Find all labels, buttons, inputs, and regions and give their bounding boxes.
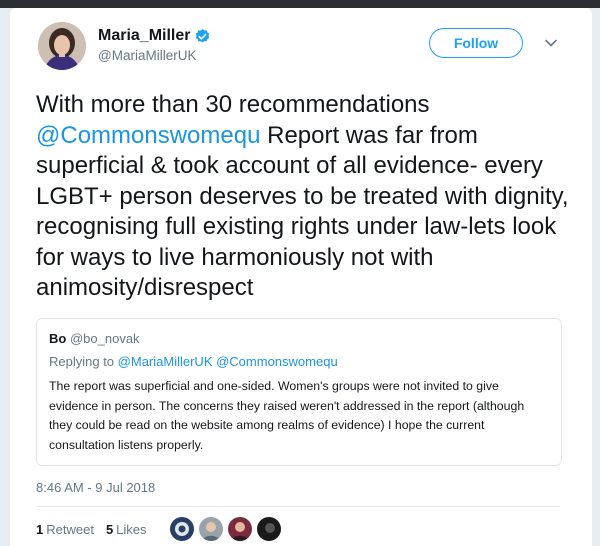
divider — [36, 506, 560, 507]
author-avatar[interactable] — [38, 22, 86, 70]
quoted-author-name: Bo — [49, 331, 67, 346]
author-display-name[interactable]: Maria_Miller — [98, 27, 190, 45]
retweet-label: Retweet — [46, 522, 94, 537]
liker-avatar[interactable] — [199, 517, 223, 541]
quoted-author-handle: @bo_novak — [69, 331, 140, 346]
tweet-timestamp[interactable]: 8:46 AM - 9 Jul 2018 — [36, 480, 155, 495]
tweet-text-part: With more than 30 recommendations — [36, 91, 430, 118]
quoted-replying-to: Replying to @MariaMillerUK @Commonswomeq… — [49, 354, 338, 369]
quoted-header: Bo @bo_novak — [49, 331, 140, 346]
likes-stat[interactable]: 5 Likes — [106, 522, 147, 537]
verified-badge-icon — [196, 28, 210, 43]
replying-prefix: Replying to — [49, 354, 115, 369]
likes-count: 5 — [105, 522, 114, 537]
quoted-body: The report was superficial and one-sided… — [49, 379, 525, 452]
liker-avatar[interactable] — [228, 517, 252, 541]
window-top-strip — [0, 0, 600, 8]
tweet-stats: 1 Retweet 5 Likes — [36, 522, 147, 537]
liker-avatar[interactable] — [170, 517, 194, 541]
author-info: Maria_Miller @MariaMillerUK — [98, 27, 211, 63]
liker-avatars — [170, 517, 286, 541]
retweet-count: 1 — [36, 522, 44, 537]
replying-mentions[interactable]: @MariaMillerUK @Commonswomequ — [118, 354, 338, 369]
liker-avatar[interactable] — [257, 517, 281, 541]
chevron-down-icon[interactable] — [544, 36, 558, 50]
author-handle[interactable]: @MariaMillerUK — [98, 48, 211, 63]
likes-label: Likes — [116, 522, 147, 537]
quoted-tweet[interactable]: Bo @bo_novak Replying to @MariaMillerUK … — [36, 318, 562, 466]
retweet-stat[interactable]: 1 Retweet — [36, 522, 94, 537]
mention-link[interactable]: @Commonswomequ — [36, 122, 260, 149]
follow-button[interactable]: Follow — [429, 28, 523, 58]
tweet-text: With more than 30 recommendations @Commo… — [36, 90, 576, 304]
